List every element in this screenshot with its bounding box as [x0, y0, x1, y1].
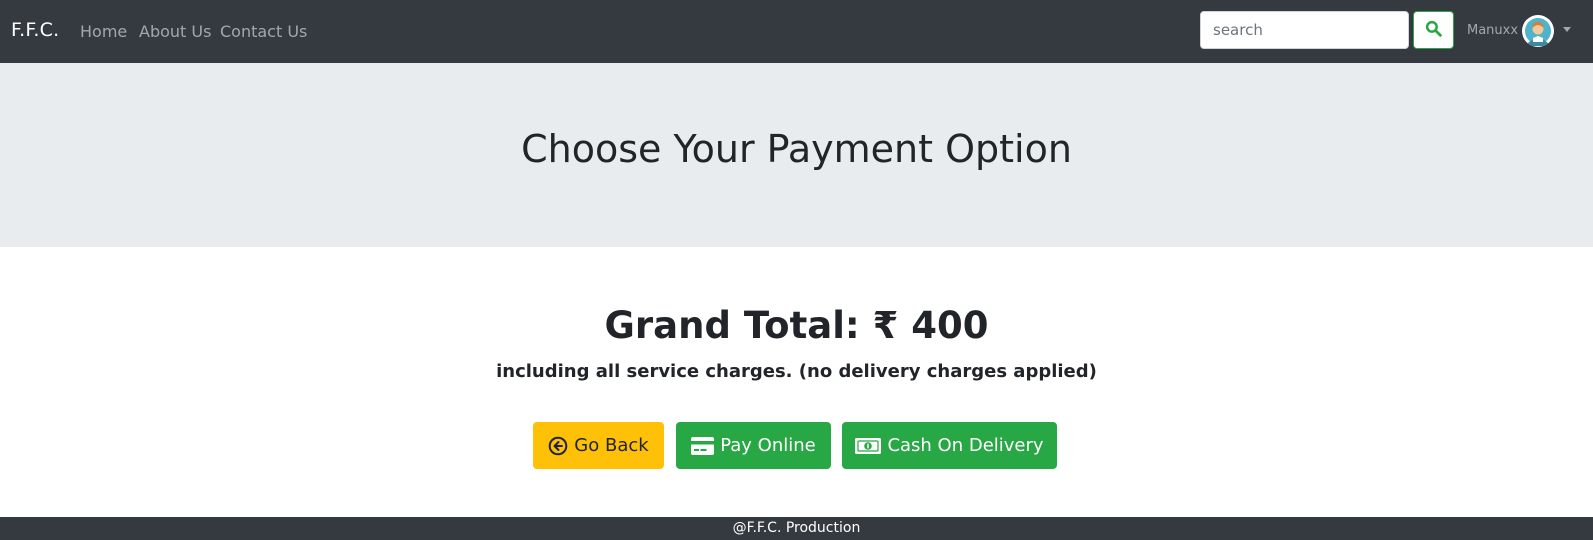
user-avatar-icon[interactable] — [1522, 15, 1554, 47]
navbar: F.F.C. Home About Us Contact Us Manuxx — [0, 0, 1593, 63]
footer-text: @F.F.C. Production — [732, 520, 861, 536]
brand-logo[interactable]: F.F.C. — [11, 19, 59, 41]
page-header: Choose Your Payment Option — [0, 63, 1593, 247]
arrow-circle-left-icon — [548, 436, 568, 456]
cash-on-delivery-button[interactable]: Cash On Delivery — [842, 422, 1057, 469]
search-button[interactable] — [1413, 11, 1454, 49]
username[interactable]: Manuxx — [1467, 23, 1518, 38]
pay-online-button[interactable]: Pay Online — [676, 422, 831, 469]
footer: @F.F.C. Production — [0, 517, 1593, 540]
nav-link-contact-us[interactable]: Contact Us — [220, 22, 307, 41]
grand-total: Grand Total: ₹ 400 — [604, 304, 989, 347]
chevron-down-icon[interactable] — [1563, 27, 1571, 32]
cash-on-delivery-label: Cash On Delivery — [887, 435, 1044, 456]
money-bill-icon — [855, 437, 882, 454]
search-icon — [1425, 20, 1442, 40]
go-back-button[interactable]: Go Back — [533, 422, 664, 469]
charges-note: including all service charges. (no deliv… — [496, 361, 1097, 382]
credit-card-icon — [691, 436, 715, 455]
page-title: Choose Your Payment Option — [521, 127, 1072, 171]
go-back-label: Go Back — [574, 435, 649, 456]
pay-online-label: Pay Online — [720, 435, 816, 456]
search-input[interactable] — [1200, 11, 1409, 49]
nav-link-about-us[interactable]: About Us — [139, 22, 211, 41]
nav-link-home[interactable]: Home — [80, 22, 127, 41]
